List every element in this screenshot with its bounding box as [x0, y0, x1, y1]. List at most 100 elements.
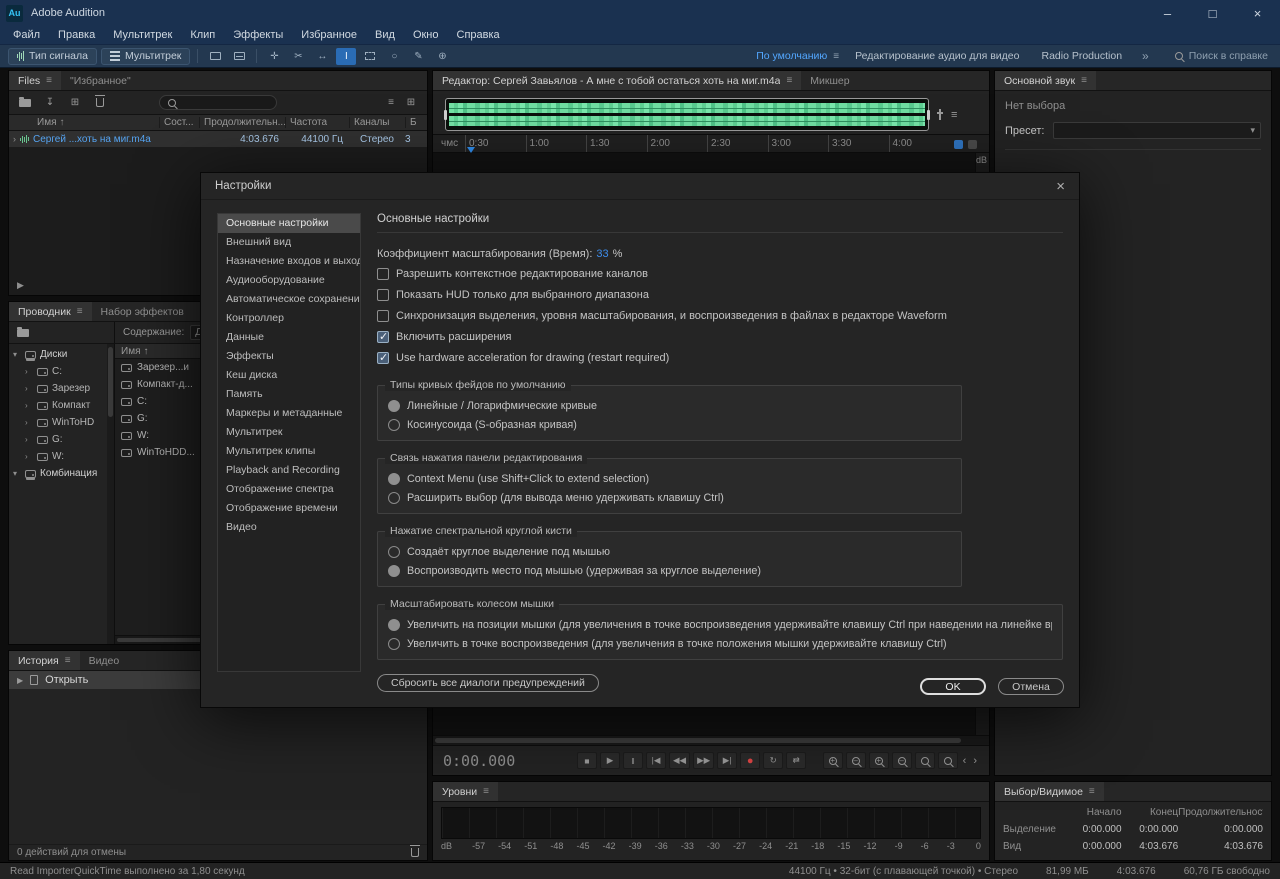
help-search-field[interactable]: Поиск в справке	[1175, 50, 1268, 62]
panel-tab[interactable]: Проводник ≡	[9, 302, 92, 321]
workspace-tab[interactable]: По умолчанию ≡	[756, 50, 839, 62]
panel-tab[interactable]: Микшер	[801, 71, 864, 90]
panel-menu-icon[interactable]: ≡	[1081, 75, 1087, 86]
menu-item[interactable]: Файл	[4, 29, 49, 41]
checkbox-row[interactable]: Показать HUD только для выбранного диапа…	[377, 284, 1063, 305]
checkbox-row[interactable]: Включить расширения	[377, 326, 1063, 347]
preset-dropdown[interactable]: ▾	[1053, 122, 1262, 139]
panel-tab[interactable]: Набор эффектов	[92, 302, 199, 321]
selection-duration[interactable]: 0:00.000	[1178, 824, 1263, 835]
tree-chevron-icon[interactable]: ▾	[13, 469, 21, 478]
menu-item[interactable]: Клип	[181, 29, 224, 41]
radio-option[interactable]: Создаёт круглое выделение под мышью	[388, 542, 951, 561]
folder-icon[interactable]	[17, 329, 29, 337]
cancel-button[interactable]: Отмена	[998, 678, 1064, 695]
tree-vertical-scrollbar[interactable]	[107, 344, 114, 644]
panel-tab[interactable]: Files ≡	[9, 71, 61, 90]
column-state[interactable]: Сост...	[159, 117, 199, 128]
panel-menu-icon[interactable]: ≡	[46, 75, 52, 86]
panel-menu-icon[interactable]: ≡	[1089, 786, 1095, 797]
panel-menu-icon[interactable]: ≡	[786, 75, 792, 86]
zoom-in-vertical-button[interactable]	[869, 752, 889, 769]
zoom-to-selection-button[interactable]	[915, 752, 935, 769]
zoom-out-horizontal-button[interactable]	[846, 752, 866, 769]
menu-item[interactable]: Мультитрек	[104, 29, 181, 41]
panel-menu-icon[interactable]: ≡	[77, 306, 83, 317]
zoom-factor-value[interactable]: 33	[596, 248, 608, 260]
column-duration[interactable]: Продолжительн...	[199, 117, 285, 128]
multitrack-view-button[interactable]: Мультитрек	[101, 48, 190, 65]
loop-playback-button[interactable]: ↻	[763, 752, 783, 769]
tree-chevron-icon[interactable]: ›	[25, 452, 33, 461]
menu-item[interactable]: Эффекты	[224, 29, 292, 41]
tree-chevron-icon[interactable]: ›	[25, 435, 33, 444]
column-sample-rate[interactable]: Частота	[285, 117, 349, 128]
selection-end[interactable]: 0:00.000	[1122, 824, 1179, 835]
panel-tab[interactable]: Уровни ≡	[433, 782, 498, 801]
skip-selection-button[interactable]: ⇄	[786, 752, 806, 769]
list-view-button[interactable]: ≡	[383, 95, 399, 111]
panel-tab[interactable]: Выбор/Видимое ≡	[995, 782, 1104, 801]
checkbox-row[interactable]: Use hardware acceleration for drawing (r…	[377, 347, 1063, 368]
tree-item[interactable]: › Зарезер	[9, 380, 114, 397]
tree-chevron-icon[interactable]: ▾	[13, 350, 21, 359]
fast-forward-button[interactable]: ▶▶	[693, 752, 714, 769]
view-start[interactable]: 0:00.000	[1065, 841, 1122, 852]
move-to-previous-button[interactable]: |◀	[646, 752, 666, 769]
menu-item[interactable]: Окно	[404, 29, 448, 41]
category-item[interactable]: Контроллер	[218, 309, 360, 328]
tree-chevron-icon[interactable]: ›	[25, 401, 33, 410]
playhead-time[interactable]: 0:00.000	[443, 752, 543, 770]
radio-option[interactable]: Косинусоида (S-образная кривая)	[388, 415, 951, 434]
checkbox-row[interactable]: Синхронизация выделения, уровня масштаби…	[377, 305, 1063, 326]
delete-button[interactable]	[92, 95, 108, 111]
clock-icon[interactable]	[954, 140, 963, 149]
category-item[interactable]: Память	[218, 385, 360, 404]
scrollbar-thumb[interactable]	[108, 347, 113, 417]
close-button[interactable]: ×	[1235, 0, 1280, 26]
column-bit-depth[interactable]: Б	[405, 117, 427, 128]
grid-view-button[interactable]: ⊞	[403, 95, 419, 111]
move-to-next-button[interactable]: ▶|	[717, 752, 737, 769]
category-item[interactable]: Мультитрек	[218, 423, 360, 442]
preview-play-button[interactable]: ▶	[17, 280, 24, 291]
zoom-reset-button[interactable]	[938, 752, 958, 769]
category-item[interactable]: Назначение входов и выходов	[218, 252, 360, 271]
waveform-overview[interactable]	[445, 98, 929, 131]
tree-chevron-icon[interactable]: ›	[25, 367, 33, 376]
play-button[interactable]: ▶	[600, 752, 620, 769]
rewind-button[interactable]: ◀◀	[669, 752, 690, 769]
category-item[interactable]: Аудиооборудование	[218, 271, 360, 290]
video-hardware-button[interactable]	[205, 48, 225, 65]
stop-button[interactable]: ■	[577, 752, 597, 769]
maximize-button[interactable]: □	[1190, 0, 1235, 26]
radio-option[interactable]: Воспроизводить место под мышью (удержива…	[388, 561, 951, 580]
panel-tab[interactable]: "Избранное"	[61, 71, 146, 90]
import-file-button[interactable]: ↧	[42, 95, 58, 111]
razor-tool-button[interactable]: ✂	[288, 48, 308, 65]
workspace-tab[interactable]: Radio Production	[1041, 50, 1128, 62]
tree-item[interactable]: › Компакт	[9, 397, 114, 414]
expand-icon[interactable]: ›	[13, 134, 16, 144]
menu-item[interactable]: Правка	[49, 29, 104, 41]
overview-menu-icon[interactable]: ≡	[951, 109, 957, 121]
spot-healing-tool-button[interactable]: ⊕	[432, 48, 452, 65]
scroll-right-button[interactable]: ›	[971, 755, 979, 767]
workspace-overflow-icon[interactable]: »	[1142, 49, 1149, 63]
category-item[interactable]: Мультитрек клипы	[218, 442, 360, 461]
category-item[interactable]: Отображение времени	[218, 499, 360, 518]
open-file-button[interactable]	[17, 95, 33, 111]
workspace-tab[interactable]: Редактирование аудио для видео	[855, 50, 1025, 62]
reset-warnings-button[interactable]: Сбросить все диалоги предупреждений	[377, 674, 599, 692]
lasso-selection-tool-button[interactable]: ○	[384, 48, 404, 65]
radio-option[interactable]: Увеличить в точке воспроизведения (для у…	[388, 634, 1052, 653]
category-item[interactable]: Отображение спектра	[218, 480, 360, 499]
metering-button[interactable]	[229, 48, 249, 65]
panel-tab[interactable]: Редактор: Сергей Завьялов - А мне с тобо…	[433, 71, 801, 90]
tree-item[interactable]: ▾ Комбинация	[9, 465, 114, 482]
waveform-view-button[interactable]: Тип сигнала	[8, 48, 97, 65]
view-end[interactable]: 4:03.676	[1122, 841, 1179, 852]
tree-item[interactable]: › W:	[9, 448, 114, 465]
zoom-out-vertical-button[interactable]	[892, 752, 912, 769]
ruler-menu-icon[interactable]	[968, 140, 977, 149]
